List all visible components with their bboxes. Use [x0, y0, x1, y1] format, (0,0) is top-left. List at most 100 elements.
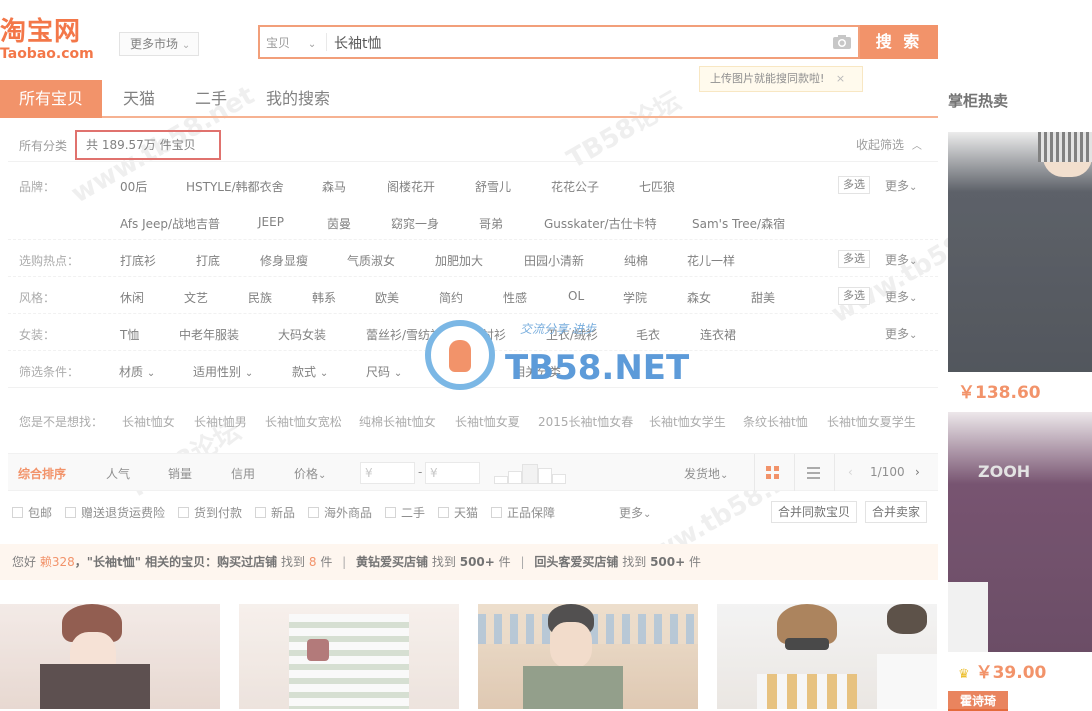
- checkbox-free-shipping[interactable]: 包邮: [12, 504, 52, 521]
- condition-dropdown[interactable]: 适用性别 ⌄: [193, 363, 253, 380]
- suggest-link[interactable]: 纯棉长袖t恤女: [359, 413, 436, 430]
- filter-option[interactable]: 甜美: [751, 289, 775, 306]
- checkbox[interactable]: [65, 507, 76, 518]
- tab-secondhand[interactable]: 二手: [180, 80, 242, 118]
- next-page-icon[interactable]: ›: [915, 465, 920, 479]
- checkbox[interactable]: [438, 507, 449, 518]
- suggest-link[interactable]: 条纹长袖t恤: [743, 413, 808, 430]
- filter-option[interactable]: 气质淑女: [347, 252, 395, 269]
- bought-shops-link[interactable]: 购买过店铺: [217, 555, 277, 569]
- vip-shops-link[interactable]: 黄钻爱买店铺: [356, 555, 428, 569]
- filter-option[interactable]: 加肥加大: [435, 252, 483, 269]
- filter-option[interactable]: 大码女装: [278, 326, 326, 343]
- filter-option[interactable]: 茵曼: [327, 215, 351, 232]
- tab-my-search[interactable]: 我的搜索: [252, 80, 344, 118]
- multi-select-button[interactable]: 多选: [838, 250, 870, 268]
- checkbox[interactable]: [308, 507, 319, 518]
- condition-dropdown[interactable]: 款式 ⌄: [292, 363, 328, 380]
- price-distribution-chart[interactable]: [494, 464, 570, 484]
- location-filter[interactable]: 发货地⌄: [684, 465, 728, 482]
- search-box[interactable]: 宝贝 ⌄ 长袖t恤: [258, 25, 860, 59]
- checkbox-new[interactable]: 新品: [255, 504, 295, 521]
- product-card[interactable]: [478, 604, 698, 709]
- filter-option[interactable]: 民族: [248, 289, 272, 306]
- product-image[interactable]: [239, 604, 459, 709]
- filter-option[interactable]: 文艺: [184, 289, 208, 306]
- filter-option[interactable]: Afs Jeep/战地吉普: [120, 215, 220, 232]
- multi-select-button[interactable]: 多选: [838, 287, 870, 305]
- condition-dropdown[interactable]: 材质 ⌄: [119, 363, 155, 380]
- filter-option[interactable]: T恤: [120, 326, 139, 343]
- price-max-input[interactable]: ¥: [425, 462, 480, 484]
- filter-option[interactable]: Gusskater/古仕卡特: [544, 215, 657, 232]
- filter-option[interactable]: 森女: [687, 289, 711, 306]
- right-product-card[interactable]: ZOOH ♛ ￥39.00 霍诗琦: [948, 412, 1092, 711]
- suggest-link[interactable]: 长袖t恤女夏: [455, 413, 520, 430]
- checkbox[interactable]: [255, 507, 266, 518]
- more-markets-button[interactable]: 更多市场 ⌄: [119, 32, 199, 56]
- filter-option[interactable]: 森马: [322, 178, 346, 195]
- condition-dropdown[interactable]: 尺码 ⌄: [366, 363, 402, 380]
- checkbox-genuine[interactable]: 正品保障: [491, 504, 555, 521]
- checkbox-tmall[interactable]: 天猫: [438, 504, 478, 521]
- sort-credit[interactable]: 信用: [231, 465, 255, 482]
- filter-option[interactable]: 学院: [623, 289, 647, 306]
- prev-page-icon[interactable]: ‹: [848, 465, 853, 479]
- filter-option[interactable]: 花儿一样: [687, 252, 735, 269]
- suggest-link[interactable]: 2015长袖t恤女春: [538, 413, 633, 430]
- product-image[interactable]: [478, 604, 698, 709]
- filter-option[interactable]: 窈窕一身: [391, 215, 439, 232]
- filter-option[interactable]: 连衣裙: [700, 326, 736, 343]
- filter-option[interactable]: 哥弟: [479, 215, 503, 232]
- product-card[interactable]: [717, 604, 937, 709]
- product-card[interactable]: [0, 604, 220, 709]
- product-card[interactable]: [239, 604, 459, 709]
- tab-all[interactable]: 所有宝贝: [0, 80, 102, 118]
- list-view-icon[interactable]: [807, 467, 820, 479]
- checkbox[interactable]: [385, 507, 396, 518]
- product-image[interactable]: ZOOH: [948, 412, 1092, 652]
- product-image[interactable]: [0, 604, 220, 709]
- checkbox[interactable]: [12, 507, 23, 518]
- repeat-shops-link[interactable]: 回头客爱买店铺: [534, 555, 618, 569]
- filter-option[interactable]: 修身显瘦: [260, 252, 308, 269]
- suggest-link[interactable]: 长袖t恤女宽松: [265, 413, 342, 430]
- more-button[interactable]: 更多⌄: [885, 251, 917, 268]
- filter-option[interactable]: 七匹狼: [639, 178, 675, 195]
- tab-tmall[interactable]: 天猫: [108, 80, 170, 118]
- more-button[interactable]: 更多⌄: [885, 288, 917, 305]
- filter-option[interactable]: 田园小清新: [524, 252, 584, 269]
- filter-option[interactable]: 欧美: [375, 289, 399, 306]
- filter-option[interactable]: OL: [568, 289, 584, 303]
- search-category-select[interactable]: 宝贝 ⌄: [266, 34, 326, 51]
- sort-popularity[interactable]: 人气: [106, 465, 130, 482]
- search-input[interactable]: 长袖t恤: [334, 33, 382, 53]
- filter-option[interactable]: JEEP: [258, 215, 284, 229]
- filter-option[interactable]: 打底衫: [120, 252, 156, 269]
- checkbox[interactable]: [491, 507, 502, 518]
- search-button[interactable]: 搜 索: [860, 25, 938, 59]
- suggest-link[interactable]: 长袖t恤男: [194, 413, 247, 430]
- filter-option[interactable]: 中老年服装: [179, 326, 239, 343]
- all-categories-link[interactable]: 所有分类: [19, 137, 67, 154]
- grid-view-icon[interactable]: [766, 466, 780, 480]
- filter-option[interactable]: 舒雪儿: [475, 178, 511, 195]
- checkbox-cod[interactable]: 货到付款: [178, 504, 242, 521]
- sort-sales[interactable]: 销量: [168, 465, 192, 482]
- filter-option[interactable]: HSTYLE/韩都衣舍: [186, 178, 284, 195]
- checkbox-return-insurance[interactable]: 赠送退货运费险: [65, 504, 165, 521]
- filter-option[interactable]: 花花公子: [551, 178, 599, 195]
- filter-option[interactable]: 00后: [120, 178, 147, 195]
- suggest-link[interactable]: 长袖t恤女: [122, 413, 175, 430]
- checkbox[interactable]: [178, 507, 189, 518]
- sort-price[interactable]: 价格⌄: [294, 465, 326, 482]
- filter-option[interactable]: 打底: [196, 252, 220, 269]
- checkbox-secondhand[interactable]: 二手: [385, 504, 425, 521]
- camera-icon[interactable]: [832, 34, 852, 50]
- filter-option[interactable]: 纯棉: [624, 252, 648, 269]
- collapse-filter-button[interactable]: 收起筛选 ︿: [856, 136, 922, 153]
- multi-select-button[interactable]: 多选: [838, 176, 870, 194]
- filter-option[interactable]: 阁楼花开: [387, 178, 435, 195]
- filter-option[interactable]: 性感: [503, 289, 527, 306]
- merge-sellers-button[interactable]: 合并卖家: [865, 501, 928, 523]
